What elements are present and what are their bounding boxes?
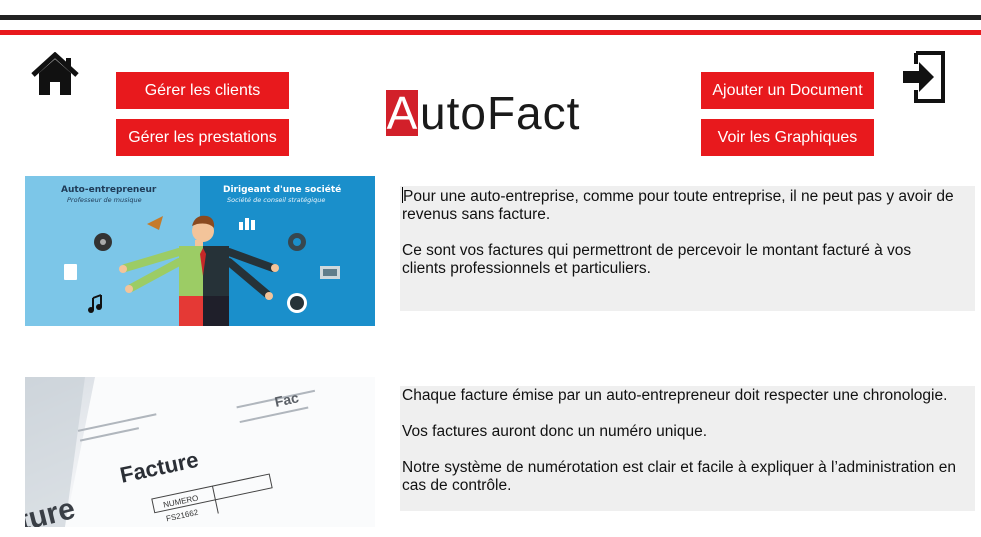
home-icon[interactable] bbox=[30, 51, 80, 98]
intro-paragraph: Pour une auto-entreprise, comme pour tou… bbox=[402, 187, 957, 224]
autofact-logo: A utoFact bbox=[386, 88, 580, 136]
intro-paragraph-1: Pour une auto-entreprise, comme pour tou… bbox=[402, 188, 954, 223]
illus-right-title: Dirigeant d'une société bbox=[223, 184, 341, 195]
header-bar-red bbox=[0, 30, 981, 35]
numbering-paragraph-3: Notre système de numérotation est clair … bbox=[402, 459, 956, 494]
view-charts-button[interactable]: Voir les Graphiques bbox=[701, 119, 874, 156]
illus-right-subtitle: Société de conseil stratégique bbox=[227, 196, 325, 204]
add-document-button[interactable]: Ajouter un Document bbox=[701, 72, 874, 109]
numbering-text-panel: Chaque facture émise par un auto-entrepr… bbox=[400, 386, 975, 511]
manage-services-button[interactable]: Gérer les prestations bbox=[116, 119, 289, 156]
illus-left-title: Auto-entrepreneur bbox=[61, 185, 157, 195]
logout-icon[interactable] bbox=[900, 50, 948, 106]
header-bar-dark bbox=[0, 15, 981, 20]
numbering-paragraph-2: Vos factures auront donc un numéro uniqu… bbox=[402, 423, 708, 440]
intro-text-panel: Pour une auto-entreprise, comme pour tou… bbox=[400, 186, 975, 311]
logo-text: utoFact bbox=[420, 87, 581, 139]
intro-paragraph-2: Ce sont vos factures qui permettront de … bbox=[402, 242, 912, 277]
manage-clients-button[interactable]: Gérer les clients bbox=[116, 72, 289, 109]
entrepreneur-illustration: Auto-entrepreneur Professeur de musique … bbox=[25, 176, 375, 326]
illus-left-subtitle: Professeur de musique bbox=[67, 196, 142, 204]
invoice-illustration: Facture NUMERO FS21662 ture Fac bbox=[25, 377, 375, 527]
numbering-paragraph-1: Chaque facture émise par un auto-entrepr… bbox=[402, 387, 948, 404]
logo-letter-box: A bbox=[386, 87, 418, 139]
